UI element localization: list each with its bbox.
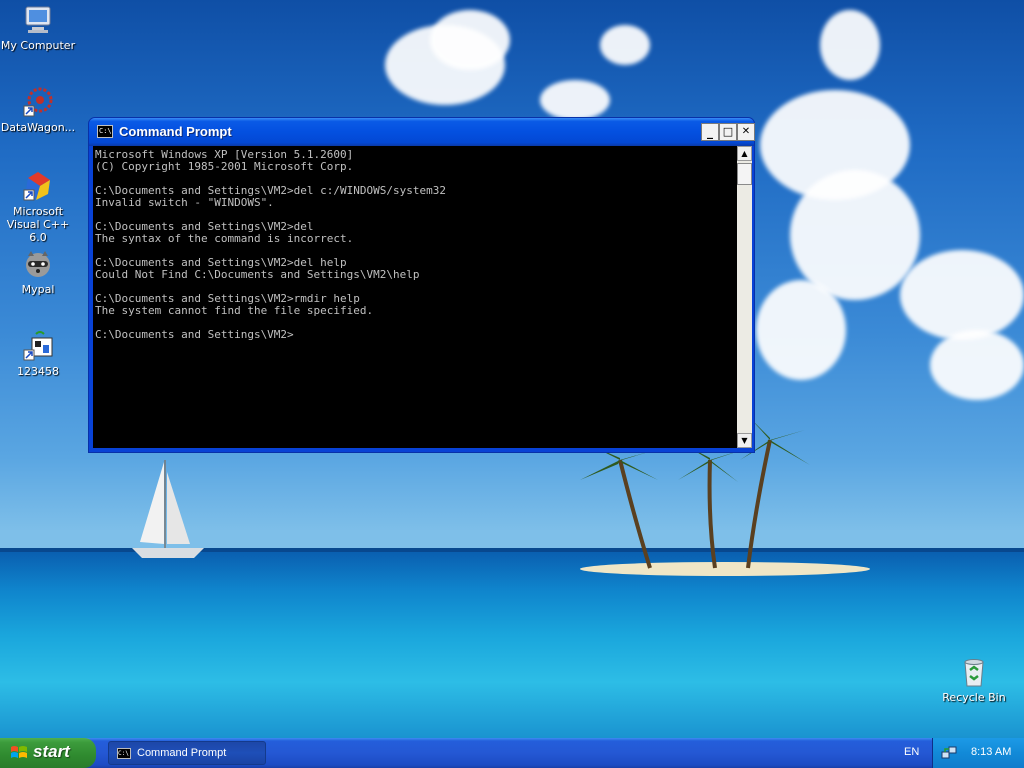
close-button[interactable]: ✕ bbox=[737, 123, 755, 141]
system-tray: 8:13 AM bbox=[932, 738, 1024, 768]
window-title: Command Prompt bbox=[119, 124, 232, 139]
desktop-icon-123458[interactable]: 123458 bbox=[0, 330, 78, 378]
cloud bbox=[930, 330, 1024, 400]
language-indicator[interactable]: EN bbox=[904, 746, 919, 758]
desktop-icon-datawagon[interactable]: DataWagon... bbox=[0, 86, 78, 134]
visual-cpp-icon bbox=[22, 170, 54, 202]
datawagon-icon bbox=[22, 86, 54, 118]
minimize-button[interactable]: _ bbox=[701, 123, 719, 141]
sailboat bbox=[132, 460, 204, 558]
cloud bbox=[900, 250, 1024, 340]
mypal-raccoon-icon bbox=[22, 248, 54, 280]
scroll-down-button[interactable]: ▼ bbox=[737, 433, 752, 448]
cloud bbox=[600, 25, 650, 65]
taskbar: start C:\ Command Prompt EN 8:13 AM bbox=[0, 738, 1024, 768]
desktop-icon-mypal[interactable]: Mypal bbox=[0, 248, 78, 296]
desktop-icon-label: Mypal bbox=[21, 283, 55, 296]
start-label: start bbox=[33, 742, 70, 761]
windows-flag-icon bbox=[11, 746, 27, 758]
recycle-bin-icon bbox=[958, 656, 990, 688]
console-output[interactable]: Microsoft Windows XP [Version 5.1.2600] … bbox=[93, 146, 737, 448]
desktop-icon-label: Microsoft Visual C++ 6.0 bbox=[6, 205, 70, 244]
desktop-icon-my-computer[interactable]: My Computer bbox=[0, 4, 78, 52]
taskbar-button-command-prompt[interactable]: C:\ Command Prompt bbox=[108, 741, 266, 765]
vertical-scrollbar[interactable]: ▲ ▼ bbox=[737, 146, 752, 448]
my-computer-icon bbox=[22, 4, 54, 36]
taskbar-button-label: Command Prompt bbox=[137, 747, 227, 759]
clock[interactable]: 8:13 AM bbox=[971, 746, 1011, 758]
shortcut-app-icon bbox=[22, 330, 54, 362]
desktop-icon-label: Recycle Bin bbox=[942, 691, 1006, 704]
command-prompt-window[interactable]: C:\ Command Prompt _ □ ✕ Microsoft Windo… bbox=[88, 117, 755, 453]
network-icon[interactable] bbox=[941, 745, 957, 761]
desktop-icon-visual-cpp[interactable]: Microsoft Visual C++ 6.0 bbox=[0, 170, 78, 244]
start-button[interactable]: start bbox=[0, 738, 96, 768]
cloud bbox=[820, 10, 880, 80]
cmd-icon: C:\ bbox=[97, 125, 113, 138]
cloud bbox=[430, 10, 510, 70]
desktop-icon-recycle-bin[interactable]: Recycle Bin bbox=[934, 656, 1014, 704]
scroll-thumb[interactable] bbox=[737, 163, 752, 185]
cmd-icon: C:\ bbox=[117, 748, 131, 759]
desktop-icon-label: My Computer bbox=[0, 39, 76, 52]
sea bbox=[0, 552, 1024, 738]
desktop-icon-label: 123458 bbox=[17, 365, 59, 378]
scroll-up-button[interactable]: ▲ bbox=[737, 146, 752, 161]
maximize-button[interactable]: □ bbox=[719, 123, 737, 141]
cloud bbox=[540, 80, 610, 120]
window-titlebar[interactable]: C:\ Command Prompt _ □ ✕ bbox=[89, 118, 755, 146]
cloud bbox=[756, 280, 846, 380]
desktop-icon-label: DataWagon... bbox=[0, 121, 76, 134]
